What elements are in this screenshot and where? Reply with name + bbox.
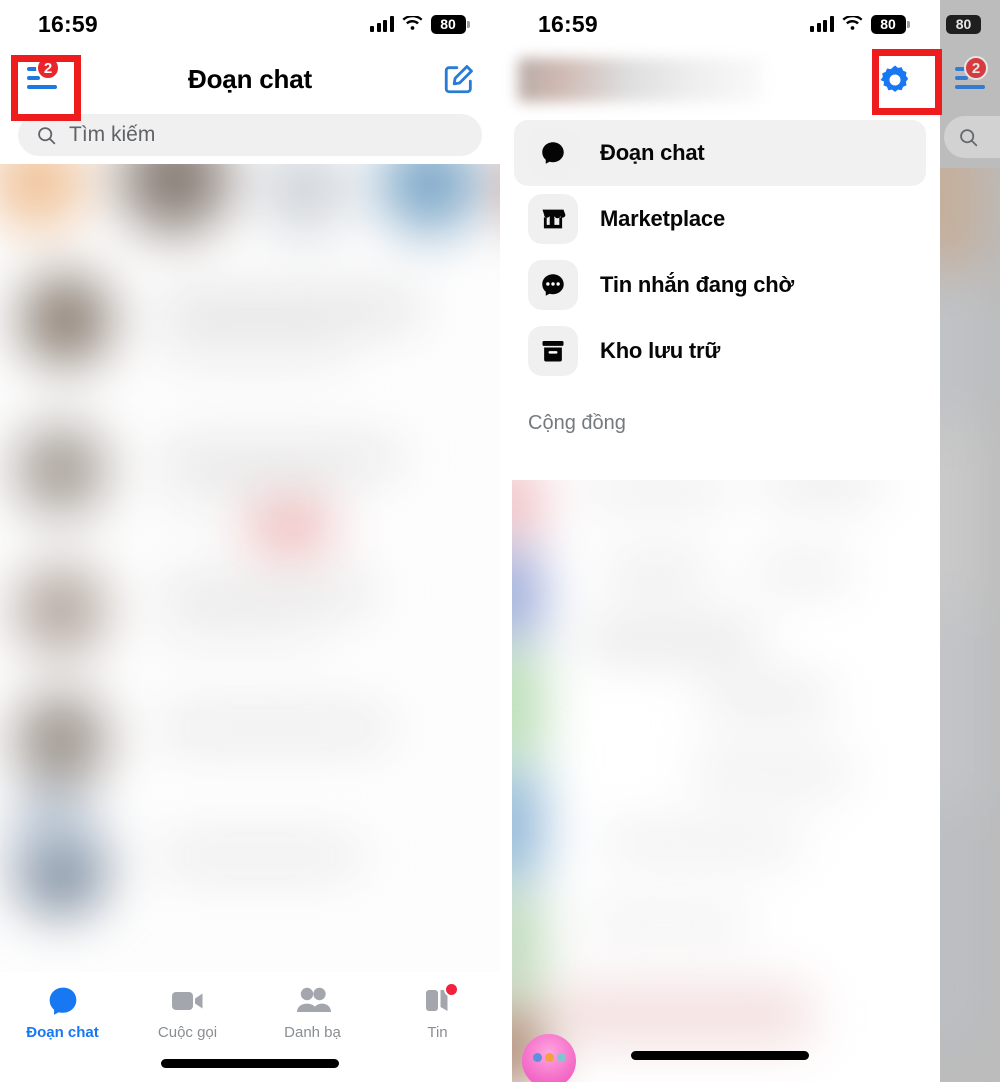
search-icon xyxy=(960,128,978,146)
status-bar-partial: 80 xyxy=(940,0,1000,48)
right-edge-panel-peek: 80 2 xyxy=(940,0,1000,1082)
tab-contacts[interactable]: Danh bạ xyxy=(250,984,375,1041)
status-indicators: 80 xyxy=(810,14,910,34)
community-list-blurred[interactable] xyxy=(512,480,940,1082)
compose-new-message-icon[interactable] xyxy=(442,62,476,96)
community-avatar[interactable] xyxy=(522,1034,576,1082)
battery-icon: 80 xyxy=(946,14,981,34)
battery-level: 80 xyxy=(880,16,896,32)
right-panel-header: 2 xyxy=(940,48,1000,110)
wifi-icon xyxy=(401,16,422,30)
profile-name-blurred[interactable] xyxy=(518,58,763,102)
bottom-tab-bar: Đoạn chat Cuộc gọi Danh bạ Tin xyxy=(0,972,500,1082)
tab-label: Đoạn chat xyxy=(26,1024,99,1041)
marketplace-storefront-icon xyxy=(528,194,578,244)
home-indicator xyxy=(631,1051,809,1060)
menu-item-label: Tin nhắn đang chờ xyxy=(600,272,794,297)
menu-item-archive[interactable]: Kho lưu trữ xyxy=(514,318,926,384)
cellular-signal-icon xyxy=(370,16,394,32)
menu-item-message-requests[interactable]: Tin nhắn đang chờ xyxy=(514,252,926,318)
archive-box-icon xyxy=(528,326,578,376)
search-input[interactable]: Tìm kiếm xyxy=(18,114,482,156)
menu-unread-badge: 2 xyxy=(36,56,60,80)
section-title-community: Cộng đồng xyxy=(528,412,626,434)
tab-label: Cuộc gọi xyxy=(157,1024,218,1041)
mid-panel-menu-drawer: 16:59 80 Đoạn chat Marketplace Tin nhắn … xyxy=(500,0,940,1082)
tab-chats[interactable]: Đoạn chat xyxy=(0,984,125,1041)
people-icon xyxy=(295,984,331,1018)
search-input[interactable] xyxy=(944,116,1000,158)
battery-level: 80 xyxy=(955,16,972,32)
status-bar: 16:59 80 xyxy=(500,0,940,48)
tab-label: Danh bạ xyxy=(284,1024,341,1041)
tab-stories[interactable]: Tin xyxy=(375,982,500,1041)
search-icon xyxy=(38,126,56,144)
mid-panel-header xyxy=(500,48,940,112)
menu-item-label: Đoạn chat xyxy=(600,140,705,165)
chat-bubble-icon xyxy=(46,984,80,1018)
stories-icon xyxy=(423,982,459,1018)
menu-item-label: Marketplace xyxy=(600,206,725,231)
search-placeholder: Tìm kiếm xyxy=(69,123,156,146)
menu-list: Đoạn chat Marketplace Tin nhắn đang chờ … xyxy=(500,112,940,384)
chat-list-blur-layer xyxy=(0,164,500,972)
settings-button[interactable] xyxy=(874,59,916,101)
tab-label: Tin xyxy=(427,1024,448,1041)
message-requests-icon xyxy=(528,260,578,310)
left-panel-header: 2 Đoạn chat xyxy=(0,48,500,110)
cellular-signal-icon xyxy=(810,16,834,32)
status-time: 16:59 xyxy=(38,10,98,37)
stories-unread-badge xyxy=(443,982,459,997)
video-camera-icon xyxy=(171,984,205,1018)
hamburger-menu-button[interactable]: 2 xyxy=(948,56,994,99)
menu-item-label: Kho lưu trữ xyxy=(600,338,721,363)
menu-item-chats[interactable]: Đoạn chat xyxy=(514,120,926,186)
tab-calls[interactable]: Cuộc gọi xyxy=(125,984,250,1041)
chat-list-blurred[interactable] xyxy=(0,164,500,972)
right-panel-content-blurred xyxy=(940,168,1000,1082)
status-indicators: 80 xyxy=(370,14,470,34)
battery-level: 80 xyxy=(440,16,456,32)
menu-item-marketplace[interactable]: Marketplace xyxy=(514,186,926,252)
page-title: Đoạn chat xyxy=(188,63,312,94)
battery-icon: 80 xyxy=(870,14,910,34)
home-indicator xyxy=(161,1059,339,1068)
chat-bubble-filled-icon xyxy=(528,128,578,178)
menu-unread-badge: 2 xyxy=(964,56,988,80)
status-time: 16:59 xyxy=(538,10,598,37)
messenger-screenshot-composite: 16:59 80 2 Đoạn chat Tìm kiếm Đoạn chat … xyxy=(0,0,1000,1082)
community-blur-layer xyxy=(512,480,940,1082)
left-panel-chat-list: 16:59 80 2 Đoạn chat Tìm kiếm Đoạn chat … xyxy=(0,0,500,1082)
battery-icon: 80 xyxy=(430,14,470,34)
status-bar: 16:59 80 xyxy=(0,0,500,48)
hamburger-menu-button[interactable]: 2 xyxy=(20,56,66,99)
gear-settings-icon xyxy=(880,65,909,92)
wifi-icon xyxy=(841,16,862,30)
right-panel-blur-layer xyxy=(940,168,1000,1082)
